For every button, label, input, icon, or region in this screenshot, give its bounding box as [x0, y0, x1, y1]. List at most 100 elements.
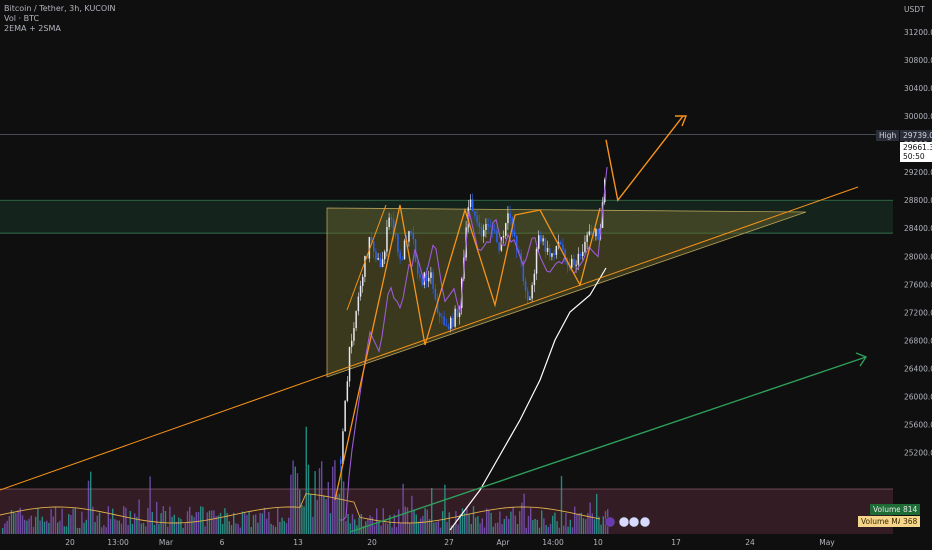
volume-bar: [327, 482, 329, 534]
volume-bar: [156, 501, 158, 534]
volume-bar: [182, 527, 184, 534]
volume-bar: [63, 526, 65, 534]
price-tick-label: 27600.0: [904, 280, 932, 289]
volume-bar: [415, 514, 417, 534]
volume-bar: [268, 512, 270, 534]
candle-body: [397, 234, 399, 253]
volume-bar: [560, 476, 563, 534]
volume-bar: [98, 512, 101, 534]
volume-bar: [127, 525, 129, 534]
volume-bar: [241, 511, 244, 534]
volume-bar: [552, 515, 554, 534]
volume-tag-value: 814: [900, 504, 921, 515]
candle-body: [351, 340, 353, 347]
volume-bar: [439, 527, 442, 534]
volume-bar: [413, 509, 415, 534]
volume-bar: [558, 527, 560, 534]
candle-body: [344, 400, 346, 432]
price-chart[interactable]: USDT31200.030800.030400.030000.029600.02…: [0, 0, 932, 550]
volume-bar: [28, 518, 30, 534]
candle-body: [494, 230, 496, 232]
volume-bar: [19, 507, 21, 534]
volume-bar: [571, 527, 574, 534]
volume-bar: [591, 513, 593, 534]
volume-bar: [354, 519, 356, 534]
volume-bar: [184, 522, 186, 534]
volume-bar: [52, 516, 54, 534]
volume-bar: [345, 521, 347, 534]
volume-bar: [411, 495, 413, 534]
volume-bar: [17, 510, 19, 534]
candle-body: [381, 259, 384, 268]
volume-bar: [50, 509, 52, 534]
candle-body: [348, 346, 351, 382]
volume-bar: [138, 499, 140, 534]
candle-body: [553, 253, 555, 255]
volume-bar: [582, 518, 585, 534]
volume-bar: [325, 499, 327, 534]
price-tick-label: 26800.0: [904, 336, 932, 345]
candle-body: [379, 258, 382, 268]
volume-bar: [378, 521, 380, 534]
candle-body: [469, 199, 472, 208]
volume-bar: [323, 495, 325, 534]
candle-body: [483, 229, 485, 237]
volume-bar: [30, 515, 32, 534]
candle-body: [597, 229, 599, 240]
time-tick-label: 13: [293, 538, 303, 547]
candle-body: [474, 211, 476, 216]
volume-ma-tag-label: Volume MA: [858, 516, 906, 527]
volume-bar: [57, 522, 59, 534]
volume-legend[interactable]: Vol · BTC: [4, 14, 116, 24]
volume-bar: [398, 509, 400, 534]
volume-bar: [490, 512, 492, 534]
volume-bar: [15, 513, 17, 534]
volume-bar: [523, 493, 525, 534]
time-tick-label: 13:00: [107, 538, 129, 547]
candle-body: [417, 261, 419, 275]
volume-bar: [281, 517, 283, 534]
volume-bar: [74, 508, 76, 534]
volume-bar: [160, 513, 162, 534]
candle-body: [384, 251, 386, 260]
volume-bar: [219, 512, 222, 534]
ma-legend[interactable]: 2EMA + 2SMA: [4, 24, 116, 34]
candle-body: [531, 285, 533, 299]
volume-bar: [285, 523, 288, 534]
volume-bar: [118, 520, 120, 534]
candle-body: [579, 253, 582, 257]
volume-bar: [402, 483, 404, 534]
volume-bar: [420, 518, 422, 534]
time-tick-label: Apr: [497, 538, 511, 547]
volume-bar: [94, 522, 96, 534]
symbol-title[interactable]: Bitcoin / Tether, 3h, KUCOIN: [4, 4, 116, 14]
volume-bar: [96, 515, 98, 534]
candle-body: [388, 217, 390, 227]
candle-body: [410, 231, 412, 233]
candle-body: [496, 230, 498, 243]
candle-body: [434, 288, 437, 300]
volume-bar: [230, 525, 233, 534]
candle-body: [582, 251, 584, 257]
volume-bar: [406, 507, 409, 534]
price-tick-label: 29200.0: [904, 168, 932, 177]
volume-bar: [488, 509, 490, 534]
volume-bar: [343, 481, 345, 534]
volume-bar: [404, 506, 406, 534]
candle-body: [395, 234, 397, 236]
candle-body: [544, 238, 547, 252]
volume-bar: [125, 507, 127, 534]
volume-bar: [314, 471, 316, 534]
time-tick-label: 20: [65, 538, 75, 547]
time-tick-label: Mar: [159, 538, 174, 547]
volume-bar: [129, 511, 131, 534]
candle-body: [575, 264, 577, 266]
price-tick-label: 26400.0: [904, 364, 932, 373]
volume-bar: [37, 508, 39, 534]
volume-bar: [197, 512, 200, 534]
volume-bar: [448, 512, 450, 534]
candle-body: [403, 240, 406, 260]
volume-bar: [206, 512, 208, 534]
volume-bar: [61, 508, 63, 534]
high-label: High: [876, 130, 900, 141]
